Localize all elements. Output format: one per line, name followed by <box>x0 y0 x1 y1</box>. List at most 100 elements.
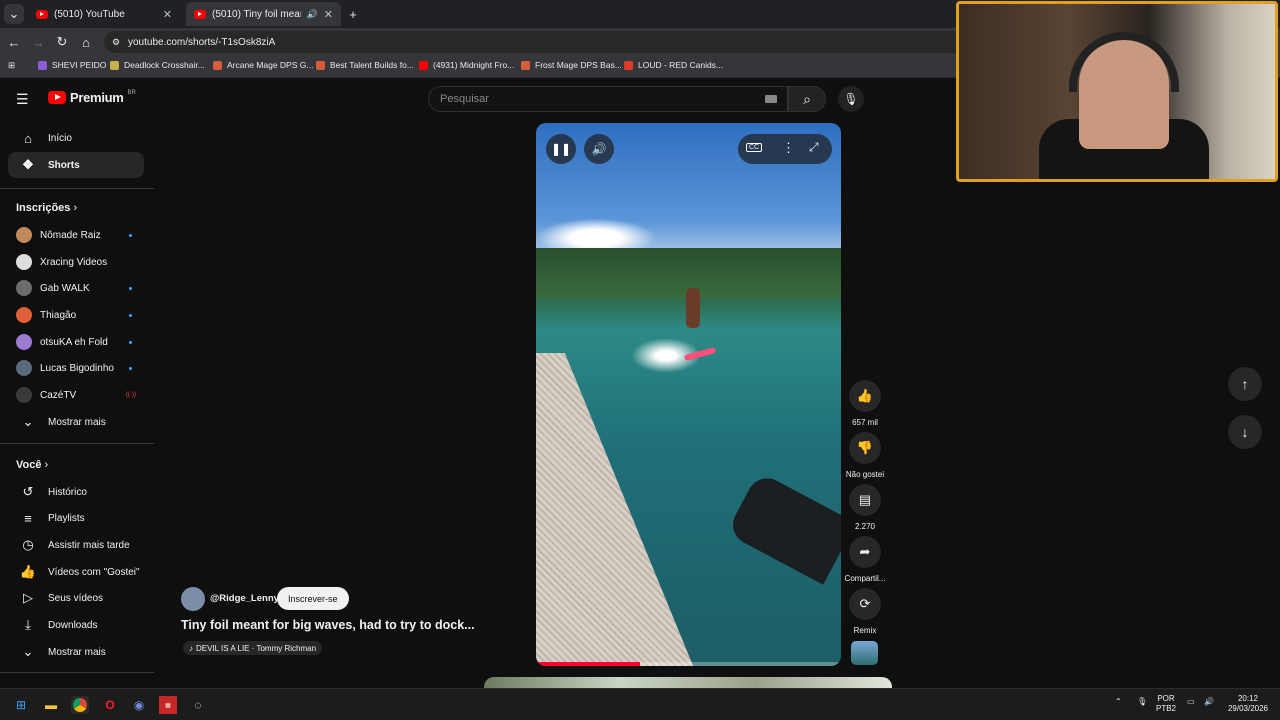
file-explorer-icon[interactable]: ▬ <box>42 696 60 714</box>
previous-short-button[interactable]: ↑ <box>1228 367 1262 401</box>
sidebar-item-watch-later[interactable]: ◷ Assistir mais tarde <box>8 532 144 558</box>
sidebar-item-home[interactable]: ⌂ Início <box>8 125 144 151</box>
search-button[interactable]: ⌕ <box>788 86 826 112</box>
clock[interactable]: 20:12 29/03/2026 <box>1224 694 1272 714</box>
jet-ski <box>726 471 841 585</box>
share-button[interactable]: ➦ <box>849 536 881 568</box>
back-icon[interactable]: ← <box>4 32 24 52</box>
sidebar-item-liked-videos[interactable]: 👍 Vídeos com "Gostei" <box>8 559 144 585</box>
bookmark-shevi-peido[interactable]: SHEVI PEIDO <box>38 60 106 70</box>
new-content-dot <box>129 366 132 370</box>
bookmark-best-talent[interactable]: Best Talent Builds fo... <box>316 60 414 70</box>
remix-button[interactable]: ⟳ <box>849 588 881 620</box>
bookmark-midnight-frost[interactable]: (4931) Midnight Fro... <box>419 60 514 70</box>
tab-search-chevron-icon[interactable]: ⌄ <box>4 4 24 24</box>
next-short-button[interactable]: ↓ <box>1228 415 1262 449</box>
captions-icon[interactable]: CC <box>746 143 763 152</box>
app-icon[interactable]: ▦ <box>159 696 177 714</box>
sidebar-show-more[interactable]: ⌄ Mostrar mais <box>8 409 144 435</box>
sidebar-item-downloads[interactable]: ⤓ Downloads <box>8 612 144 638</box>
bookmark-arcane-mage[interactable]: Arcane Mage DPS G... <box>213 60 313 70</box>
windows-taskbar: ⊞ ▬ O ◉ ▦ ◌ ⌃ 🎙 POR PTB2 ▭ 🔊 20:12 29/03/2… <box>0 688 1280 720</box>
windows-start-icon[interactable]: ⊞ <box>12 696 30 714</box>
dislike-action: 👎 Não gostei <box>846 432 884 479</box>
sidebar-show-more-you[interactable]: ⌄ Mostrar mais <box>8 639 144 665</box>
tab-youtube[interactable]: (5010) YouTube ✕ <box>28 2 180 26</box>
subscribe-button[interactable]: Inscrever-se <box>277 587 349 610</box>
voice-search-button[interactable]: 🎙 <box>838 86 864 112</box>
thumbs-down-icon: 👎 <box>856 440 874 455</box>
home-icon[interactable]: ⌂ <box>76 32 96 52</box>
tray-chevron-icon[interactable]: ⌃ <box>1115 697 1122 707</box>
dislike-button[interactable]: 👎 <box>849 432 881 464</box>
discord-icon[interactable]: ◉ <box>130 696 148 714</box>
opera-icon[interactable]: O <box>101 696 119 714</box>
bookmark-frost-mage[interactable]: Frost Mage DPS Bas... <box>521 60 622 70</box>
bookmark-deadlock[interactable]: Deadlock Crosshair... <box>110 60 205 70</box>
bookmark-icon <box>110 60 119 70</box>
pause-icon: ❚❚ <box>550 142 572 156</box>
comments-button[interactable]: ▤ <box>849 484 881 516</box>
like-button[interactable]: 👍 <box>849 380 881 412</box>
sidebar-item-shorts[interactable]: ❖ Shorts <box>8 152 144 178</box>
avatar <box>16 334 32 350</box>
video-progress-bar[interactable] <box>536 662 841 666</box>
site-info-icon[interactable]: ⚙ <box>112 37 120 48</box>
microphone-icon[interactable]: 🎙 <box>1137 697 1147 707</box>
bookmark-icon <box>521 60 530 70</box>
close-tab-icon[interactable]: ✕ <box>324 8 333 21</box>
arrow-up-icon: ↑ <box>1241 376 1249 392</box>
sidebar-sub-otsuka[interactable]: otsuKA eh Fold <box>8 329 144 355</box>
sidebar-item-playlists[interactable]: ≡ Playlists <box>8 505 144 531</box>
next-short-preview[interactable] <box>484 677 892 688</box>
sidebar-sub-thiagao[interactable]: Thiagão <box>8 302 144 328</box>
you-header[interactable]: Você › <box>16 459 48 471</box>
search-input[interactable]: Pesquisar <box>428 86 788 112</box>
playlists-icon: ≡ <box>24 510 32 526</box>
short-video-player[interactable]: ❚❚ 🔊 CC ⋮ ⤢ <box>536 123 841 666</box>
volume-icon[interactable]: 🔊 <box>1204 697 1214 707</box>
subscriptions-header[interactable]: Inscrições › <box>16 202 77 214</box>
sidebar-sub-xracing[interactable]: Xracing Videos <box>8 249 144 275</box>
bookmark-icon <box>213 60 222 70</box>
language-indicator[interactable]: POR PTB2 <box>1156 694 1176 714</box>
foil-surfer <box>686 288 700 328</box>
keyboard-icon[interactable] <box>765 95 777 103</box>
bookmark-loud[interactable]: LOUD - RED Canids... <box>624 60 723 70</box>
youtube-logo[interactable]: Premium BR <box>48 90 136 105</box>
channel-avatar[interactable] <box>181 587 205 611</box>
channel-handle[interactable]: @Ridge_Lenny <box>210 593 279 604</box>
fullscreen-icon[interactable]: ⤢ <box>809 140 819 155</box>
short-title[interactable]: Tiny foil meant for big waves, had to tr… <box>181 618 475 632</box>
apps-icon[interactable]: ⊞ <box>8 60 15 71</box>
youtube-favicon-icon <box>194 9 206 19</box>
music-pill[interactable]: ♪ DEVIL IS A LIE · Tommy Richman <box>183 641 323 655</box>
sidebar-sub-nomade-raiz[interactable]: Nômade Raiz <box>8 222 144 248</box>
sidebar-sub-gab-walk[interactable]: Gab WALK <box>8 275 144 301</box>
chevron-down-icon: ⌄ <box>22 414 34 429</box>
more-options-icon[interactable]: ⋮ <box>782 140 795 156</box>
app-icon-2[interactable]: ◌ <box>189 696 207 714</box>
volume-button[interactable]: 🔊 <box>584 134 614 164</box>
audio-playing-icon[interactable]: 🔊 <box>307 9 318 20</box>
chevron-right-icon: › <box>73 202 78 214</box>
new-content-dot <box>129 233 132 237</box>
dock <box>536 353 696 666</box>
new-tab-icon[interactable]: + <box>343 4 363 24</box>
sidebar-item-your-videos[interactable]: ▷ Seus vídeos <box>8 585 144 611</box>
pause-button[interactable]: ❚❚ <box>546 134 576 164</box>
network-icon[interactable]: ▭ <box>1187 697 1195 707</box>
chrome-icon[interactable] <box>71 696 89 714</box>
menu-icon[interactable]: ☰ <box>16 91 29 108</box>
avatar <box>16 360 32 376</box>
close-tab-icon[interactable]: ✕ <box>163 8 172 21</box>
tab-shorts-video[interactable]: (5010) Tiny foil meant for b 🔊 ✕ <box>186 2 341 26</box>
sidebar-sub-cazetv[interactable]: CazéTV ((·)) <box>8 382 144 408</box>
avatar <box>16 280 32 296</box>
forward-icon[interactable]: → <box>28 32 48 52</box>
sidebar-item-history[interactable]: ↺ Histórico <box>8 479 144 505</box>
sound-thumbnail[interactable] <box>851 641 878 665</box>
sidebar-sub-lucas-bigodinho[interactable]: Lucas Bigodinho <box>8 355 144 381</box>
reload-icon[interactable]: ↻ <box>52 32 72 52</box>
address-bar[interactable]: ⚙ youtube.com/shorts/-T1sOsk8ziA <box>104 31 964 53</box>
